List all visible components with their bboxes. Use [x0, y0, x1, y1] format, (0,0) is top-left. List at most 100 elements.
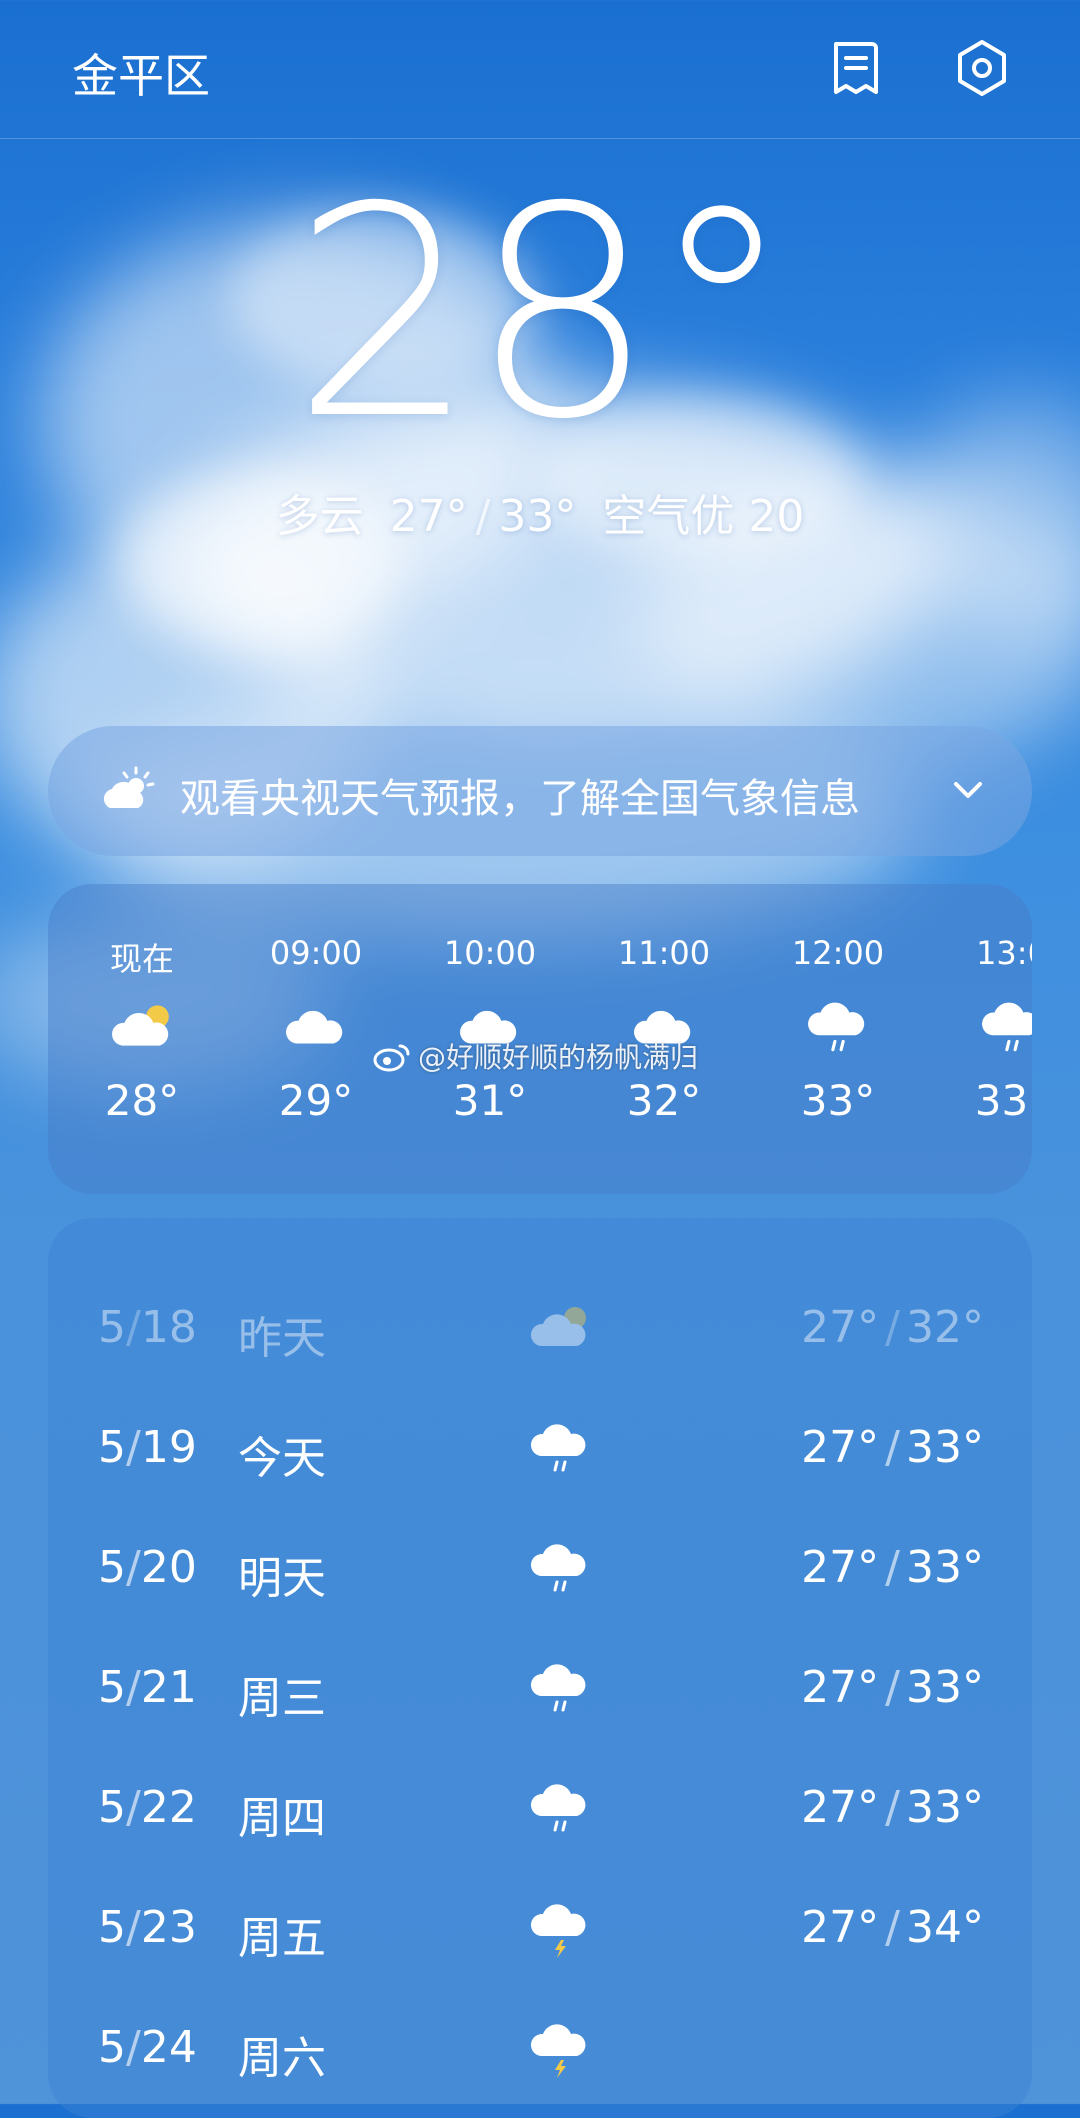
slash-divider: /	[475, 491, 491, 542]
hourly-item: 09:00 29°	[256, 934, 376, 1125]
hourly-item: 现在 28°	[82, 934, 202, 1125]
slash-divider: /	[885, 1302, 900, 1353]
date-slash: /	[126, 2022, 141, 2073]
day-date: 5/23	[98, 1902, 197, 1953]
hour-time: 现在	[109, 940, 174, 978]
day-date: 5/20	[98, 1542, 197, 1593]
hourly-item: 10:00 31°	[430, 934, 550, 1125]
rain-icon	[528, 1656, 592, 1720]
day-temp-range: 27°/32°	[801, 1302, 984, 1353]
day-temp-range: 27°/33°	[801, 1542, 984, 1593]
date-month: 5	[98, 1422, 126, 1473]
date-slash: /	[126, 1542, 141, 1593]
settings-icon[interactable]	[950, 36, 1014, 100]
daily-row[interactable]: 5/22 周四 27°/33°	[48, 1768, 1032, 1848]
rain-icon	[778, 992, 898, 1062]
daily-forecast[interactable]: 5/18 昨天 27°/32° 5/19 今天 27°/33° 5/20 明天 27°/33° 5…	[48, 1218, 1032, 2118]
date-slash: /	[126, 1422, 141, 1473]
day-name: 周五	[238, 1913, 326, 1964]
date-slash: /	[126, 1902, 141, 1953]
condition-label: 多云	[275, 491, 364, 542]
day-temp-range: 27°/34°	[801, 1902, 984, 1953]
thunderstorm-icon	[528, 2016, 592, 2080]
forecast-video-banner[interactable]: 观看央视天气预报，了解全国气象信息	[48, 726, 1032, 856]
day-high: 33°	[906, 1542, 984, 1593]
daily-row[interactable]: 5/23 周五 27°/34°	[48, 1888, 1032, 1968]
rain-icon	[528, 1536, 592, 1600]
hour-time: 11:00	[617, 934, 711, 972]
slash-divider: /	[885, 1782, 900, 1833]
top-bar: 金平区	[0, 0, 1080, 139]
date-month: 5	[98, 1782, 126, 1833]
city-name[interactable]: 金平区	[72, 40, 210, 106]
day-name: 今天	[238, 1433, 326, 1484]
date-day: 24	[140, 2022, 197, 2073]
low-temp: 27°	[389, 491, 468, 542]
rain-icon	[528, 1776, 592, 1840]
watermark: @好顺好顺的杨帆满归	[372, 1036, 698, 1076]
day-name: 周六	[238, 2033, 326, 2084]
partly-sunny-icon	[103, 766, 155, 808]
date-day: 19	[140, 1422, 197, 1473]
hourly-item: 13:0 33°	[952, 934, 1032, 1125]
slash-divider: /	[885, 1422, 900, 1473]
slash-divider: /	[885, 1902, 900, 1953]
day-name: 周四	[238, 1793, 326, 1844]
date-slash: /	[126, 1782, 141, 1833]
daily-row[interactable]: 5/18 昨天 27°/32°	[48, 1288, 1032, 1368]
hour-time: 09:00	[269, 934, 363, 972]
current-temperature: 28°	[291, 146, 794, 483]
partly-cloudy-icon	[82, 992, 202, 1062]
date-month: 5	[98, 1662, 126, 1713]
hour-time: 12:00	[791, 934, 885, 972]
day-temp-range: 27°/33°	[801, 1422, 984, 1473]
day-name: 明天	[238, 1553, 326, 1604]
weibo-icon	[373, 1044, 410, 1072]
banner-text: 观看央视天气预报，了解全国气象信息	[180, 776, 860, 822]
date-day: 23	[140, 1902, 197, 1953]
document-icon[interactable]	[824, 36, 888, 100]
day-high: 34°	[906, 1902, 984, 1953]
day-low: 27°	[801, 1782, 880, 1833]
daily-row[interactable]: 5/19 今天 27°/33°	[48, 1408, 1032, 1488]
date-slash: /	[126, 1662, 141, 1713]
hour-temp: 33°	[974, 1076, 1032, 1125]
thunderstorm-icon	[528, 1896, 592, 1960]
day-temp-range: 27°/33°	[801, 1782, 984, 1833]
hour-temp: 29°	[278, 1076, 354, 1125]
day-name: 周三	[238, 1673, 326, 1724]
day-temp-range: 27°/33°	[801, 1662, 984, 1713]
aqi-label[interactable]: 空气优 20	[602, 491, 804, 542]
daily-row[interactable]: 5/24 周六	[48, 2008, 1032, 2088]
high-temp: 33°	[498, 491, 577, 542]
date-month: 5	[98, 1902, 126, 1953]
day-high: 32°	[906, 1302, 984, 1353]
hour-time: 13:0	[976, 934, 1032, 972]
day-date: 5/22	[98, 1782, 197, 1833]
date-slash: /	[126, 1302, 141, 1353]
date-month: 5	[98, 1302, 126, 1353]
day-low: 27°	[801, 1422, 880, 1473]
daily-row[interactable]: 5/20 明天 27°/33°	[48, 1528, 1032, 1608]
chevron-down-icon[interactable]	[948, 770, 988, 810]
daily-row[interactable]: 5/21 周三 27°/33°	[48, 1648, 1032, 1728]
date-day: 22	[140, 1782, 197, 1833]
date-day: 21	[140, 1662, 197, 1713]
weather-summary: 多云 27°/33° 空气优 20	[0, 480, 1080, 544]
date-month: 5	[98, 2022, 126, 2073]
hour-temp: 33°	[800, 1076, 876, 1125]
slash-divider: /	[885, 1542, 900, 1593]
hour-time: 10:00	[443, 934, 537, 972]
day-high: 33°	[906, 1662, 984, 1713]
slash-divider: /	[885, 1662, 900, 1713]
cloudy-icon	[256, 992, 376, 1062]
partly-cloudy-icon	[528, 1296, 592, 1360]
date-day: 18	[140, 1302, 197, 1353]
day-low: 27°	[801, 1302, 880, 1353]
hour-temp: 28°	[104, 1076, 180, 1125]
hourly-item: 12:00 33°	[778, 934, 898, 1125]
date-day: 20	[140, 1542, 197, 1593]
day-date: 5/21	[98, 1662, 197, 1713]
day-date: 5/19	[98, 1422, 197, 1473]
day-name: 昨天	[238, 1313, 326, 1364]
